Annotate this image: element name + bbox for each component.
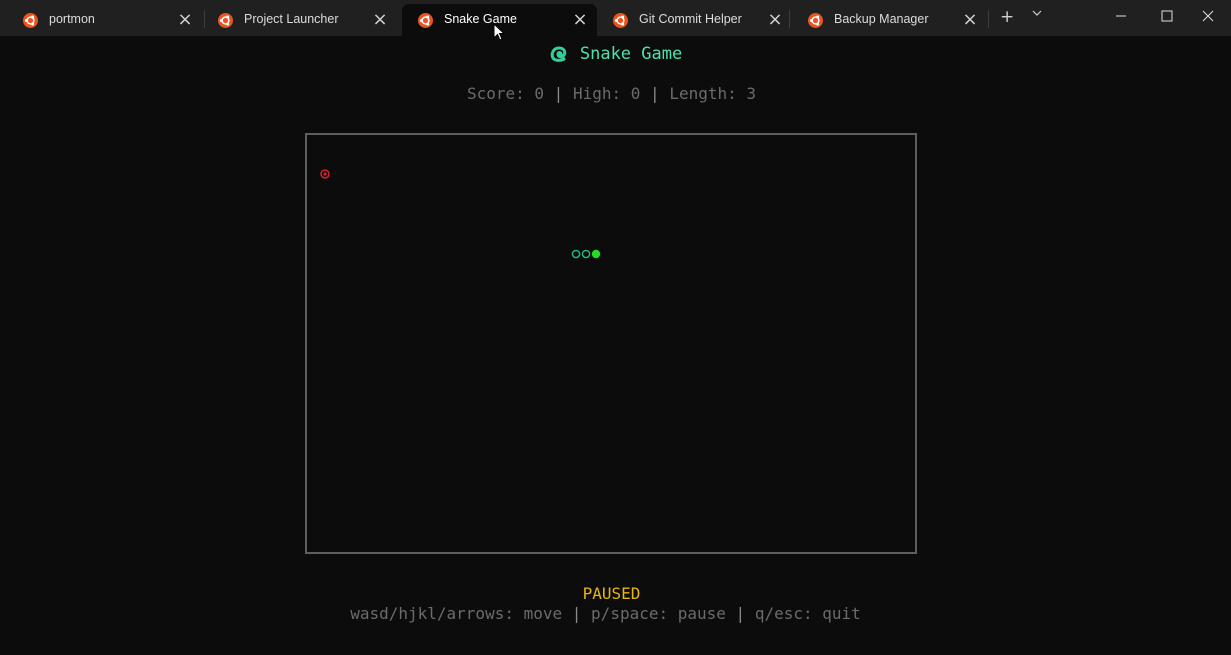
stats-separator: |: [650, 84, 660, 103]
close-tab-icon[interactable]: ×: [962, 11, 978, 29]
close-window-button[interactable]: [1185, 6, 1231, 28]
tab-label: Project Launcher: [244, 12, 339, 26]
tab-git-commit-helper[interactable]: Git Commit Helper ×: [597, 4, 792, 36]
help-bar: wasd/hjkl/arrows: move | p/space: pause …: [0, 604, 1211, 623]
mouse-cursor-icon: [493, 23, 505, 41]
minimize-icon: [1116, 15, 1126, 17]
close-icon: [1202, 10, 1214, 22]
food: [320, 169, 330, 179]
length-label: Length:: [669, 84, 737, 103]
minimize-button[interactable]: [1098, 6, 1144, 28]
game-board: [305, 133, 917, 554]
tab-label: Git Commit Helper: [639, 12, 742, 26]
snake-icon: [550, 45, 567, 62]
ubuntu-icon: [418, 13, 433, 28]
score-value: 0: [534, 84, 545, 103]
ubuntu-icon: [218, 13, 233, 28]
maximize-button[interactable]: [1144, 6, 1190, 28]
tab-label: Snake Game: [444, 12, 517, 26]
ubuntu-icon: [23, 13, 38, 28]
pause-status: PAUSED: [582, 584, 641, 603]
length-value: 3: [746, 84, 757, 103]
tab-divider: [789, 10, 790, 28]
tab-dropdown-button[interactable]: [1031, 7, 1043, 23]
snake-body-segment: [571, 249, 581, 259]
title-bar: portmon × Project Launcher × Snake Game …: [0, 0, 1231, 36]
game-title: Snake Game: [579, 43, 683, 64]
ubuntu-icon: [613, 13, 628, 28]
tab-label: Backup Manager: [834, 12, 929, 26]
help-pause: p/space: pause: [591, 604, 726, 623]
board-canvas: [320, 169, 601, 259]
help-move: wasd/hjkl/arrows: move: [350, 604, 563, 623]
close-tab-icon[interactable]: ×: [177, 11, 193, 29]
new-tab-button[interactable]: +: [1000, 7, 1014, 27]
tab-project-launcher[interactable]: Project Launcher ×: [202, 4, 397, 36]
stats-bar: Score: 0 | High: 0 | Length: 3: [0, 84, 1223, 103]
game-header: Snake Game: [0, 43, 1231, 64]
close-tab-icon[interactable]: ×: [372, 11, 388, 29]
score-label: Score:: [466, 84, 525, 103]
close-tab-icon[interactable]: ×: [767, 11, 783, 29]
chevron-down-icon: [1032, 10, 1042, 16]
help-separator: |: [735, 604, 746, 623]
high-value: 0: [630, 84, 641, 103]
snake-body-segment: [581, 249, 591, 259]
stats-separator: |: [553, 84, 564, 103]
help-separator: |: [571, 604, 582, 623]
tab-backup-manager[interactable]: Backup Manager ×: [792, 4, 987, 36]
high-label: High:: [572, 84, 622, 103]
tab-divider: [988, 10, 989, 28]
tab-label: portmon: [49, 12, 95, 26]
maximize-icon: [1161, 10, 1173, 22]
ubuntu-icon: [808, 13, 823, 28]
help-quit: q/esc: quit: [754, 604, 861, 623]
close-tab-icon[interactable]: ×: [572, 11, 588, 29]
snake-head: [591, 249, 601, 259]
tab-portmon[interactable]: portmon ×: [7, 4, 202, 36]
